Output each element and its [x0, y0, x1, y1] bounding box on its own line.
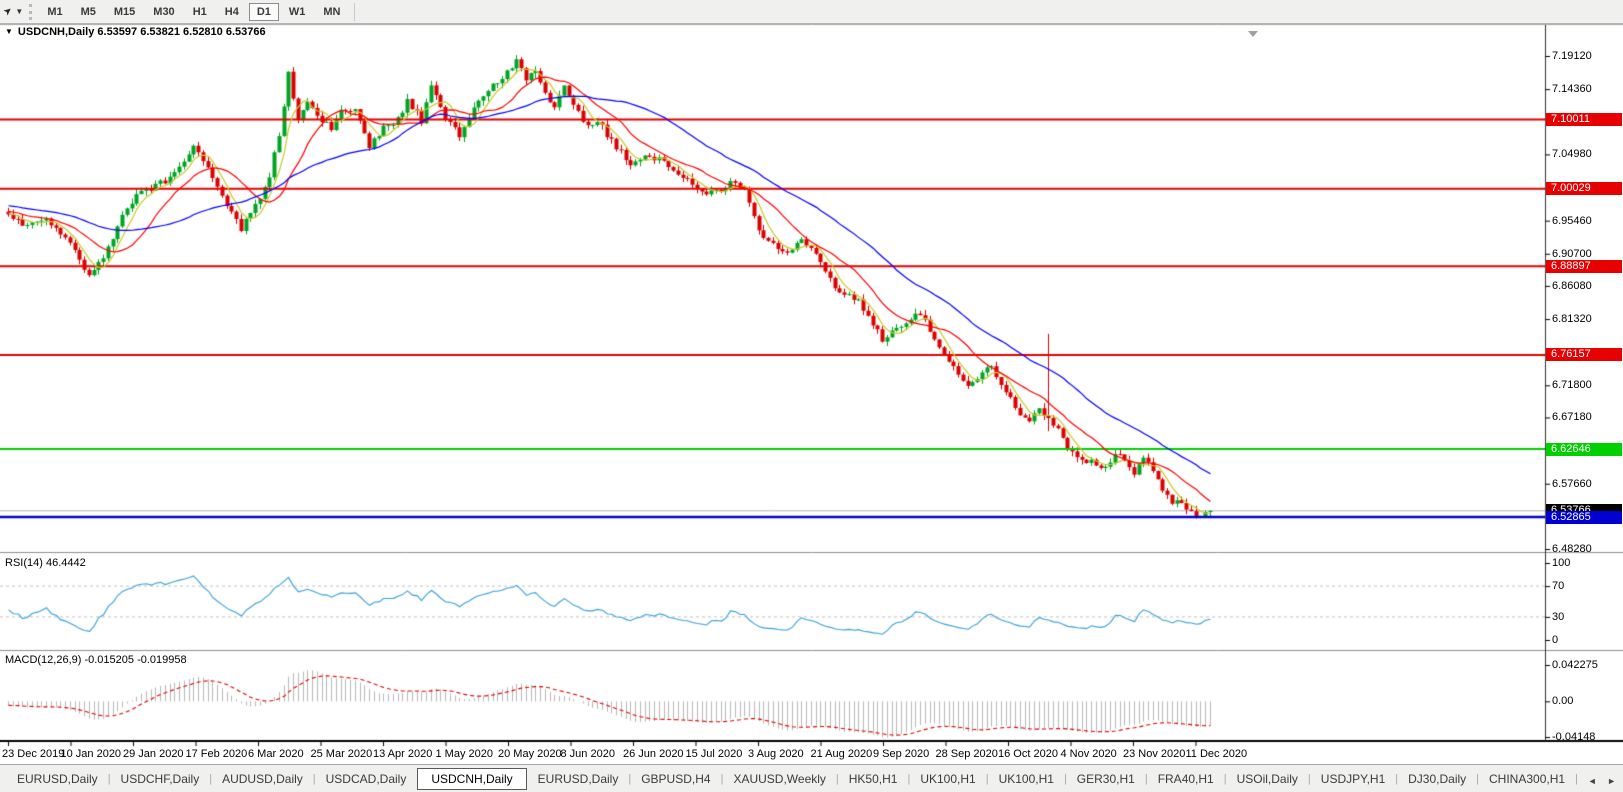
chart-tab[interactable]: CHINA300,H1	[1478, 769, 1576, 789]
chart-tab[interactable]: AUDUSD,Daily	[211, 769, 314, 789]
timeframe-button-m15[interactable]: M15	[106, 3, 143, 21]
timeframe-button-m5[interactable]: M5	[73, 3, 104, 21]
mt4-window: ➤ ▼ M1 M5 M15 M30 H1 H4 D1 W1 MN ▼ USDCNH…	[0, 0, 1623, 792]
tab-scroll-left-button[interactable]: ◄	[1585, 776, 1600, 786]
chart-tab[interactable]: GER30,H1	[1066, 769, 1146, 789]
chart-tabs: EURUSD,Daily | USDCHF,Daily | AUDUSD,Daily | U…	[6, 768, 1616, 790]
chart-tab[interactable]: USDCAD,Daily	[315, 769, 418, 789]
chart-tab-bar: EURUSD,Daily | USDCHF,Daily | AUDUSD,Daily | U…	[0, 764, 1623, 792]
price-chart-canvas[interactable]	[0, 0, 1623, 792]
toolbar-grip[interactable]	[29, 3, 33, 20]
chart-tab[interactable]: FRA40,H1	[1147, 769, 1225, 789]
chart-tab[interactable]: UK100,H1	[909, 769, 986, 789]
chart-tab[interactable]: USDJPY,H1	[1310, 769, 1396, 789]
chart-tab[interactable]: GBPUSD,H4	[630, 769, 721, 789]
cursor-tool-button[interactable]: ➤ ▼	[1, 4, 24, 19]
cursor-icon: ➤	[1, 4, 15, 19]
timeframe-button-m30[interactable]: M30	[145, 3, 182, 21]
chart-tab[interactable]: USOil,Daily	[1226, 769, 1309, 789]
chart-tab[interactable]: USDCHF,Daily	[110, 769, 211, 789]
chart-tab[interactable]: UK100,H1	[988, 769, 1065, 789]
timeframe-button-mn[interactable]: MN	[315, 3, 348, 21]
chart-tab[interactable]: USDCNH,Daily	[417, 768, 527, 790]
timeframe-button-w1[interactable]: W1	[281, 3, 314, 21]
tab-scroll-right-button[interactable]: ►	[1604, 776, 1619, 786]
toolbar-separator	[354, 2, 356, 21]
chart-tab[interactable]: EURUSD,Daily	[6, 769, 109, 789]
timeframe-button-h1[interactable]: H1	[185, 3, 215, 21]
timeframe-button-d1[interactable]: D1	[248, 2, 279, 21]
chart-tab[interactable]: DJ30,Daily	[1397, 769, 1477, 789]
chart-tab[interactable]: XAUUSD,Weekly	[722, 769, 836, 789]
timeframe-button-m1[interactable]: M1	[39, 3, 70, 21]
timeframe-toolbar: ➤ ▼ M1 M5 M15 M30 H1 H4 D1 W1 MN	[0, 0, 1623, 24]
chevron-down-icon: ▼	[15, 7, 24, 16]
timeframe-button-h4[interactable]: H4	[217, 3, 247, 21]
tab-scroll-arrows: ◄ ►	[1580, 765, 1623, 792]
chart-tab[interactable]: EURUSD,Daily	[527, 769, 630, 789]
chart-tab[interactable]: HK50,H1	[838, 769, 909, 789]
